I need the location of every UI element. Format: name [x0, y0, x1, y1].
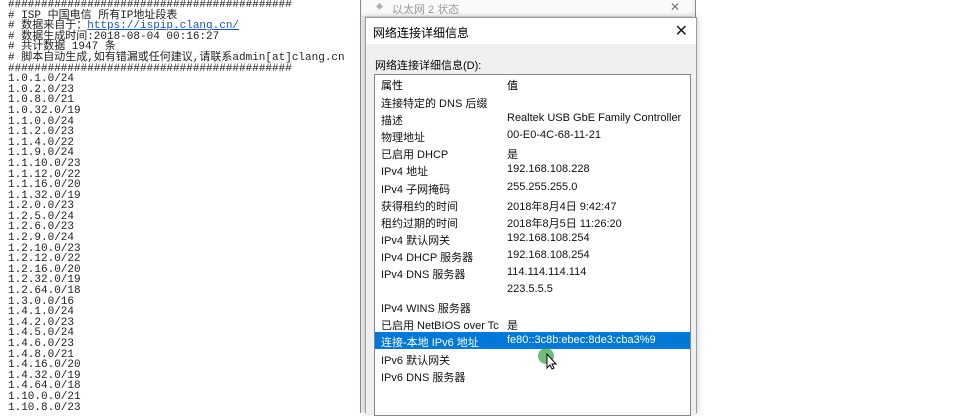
dialog-title: 网络连接详细信息: [373, 26, 470, 40]
row-property: IPv4 DNS 服务器: [381, 269, 466, 281]
row-value: 114.114.114.114: [507, 266, 587, 278]
list-row[interactable]: IPv4 子网掩码 255.255.255.0: [375, 179, 690, 196]
row-property: IPv4 WINS 服务器: [381, 303, 471, 316]
list-row[interactable]: IPv4 地址 192.168.108.228: [375, 161, 690, 178]
list-row[interactable]: 已启用 DHCP 是: [375, 144, 690, 161]
text-line: 1.10.0.0/21: [8, 390, 81, 403]
list-row[interactable]: 物理地址 00-E0-4C-68-11-21: [375, 127, 690, 144]
status-window-title: 以太网 2 状态: [392, 4, 460, 16]
list-row[interactable]: IPv6 默认网关: [375, 350, 690, 367]
row-property: 连接特定的 DNS 后缀: [381, 98, 488, 110]
row-property: 物理地址: [381, 132, 425, 145]
row-property: IPv4 默认网关: [381, 234, 451, 247]
text-line: 1.0.32.0/19: [8, 104, 81, 117]
dialog-body: 网络连接详细信息(D): 属性 值 连接特定的 DNS 后缀 描述 Realtek …: [366, 44, 696, 416]
row-value: 是: [507, 149, 518, 162]
list-row[interactable]: IPv4 默认网关 192.168.108.254: [375, 230, 690, 247]
header-property[interactable]: 属性: [381, 77, 403, 93]
row-property: IPv4 DHCP 服务器: [381, 251, 474, 264]
close-icon[interactable]: ✕: [675, 21, 688, 41]
row-property: IPv4 地址: [381, 166, 429, 179]
list-row[interactable]: IPv4 WINS 服务器: [375, 298, 690, 315]
network-details-dialog: 网络连接详细信息 ✕ 网络连接详细信息(D): 属性 值 连接特定的 DNS 后…: [365, 17, 697, 416]
row-property: IPv4 子网掩码: [381, 183, 451, 196]
list-header: 属性 值: [375, 75, 690, 93]
row-value: 00-E0-4C-68-11-21: [507, 129, 601, 142]
list-row[interactable]: 租约过期的时间 2018年8月5日 11:26:20: [375, 213, 690, 230]
list-row[interactable]: 已启用 NetBIOS over Tc 是: [375, 315, 690, 332]
status-close-icon[interactable]: ✕: [670, 0, 680, 14]
list-row[interactable]: 获得租约的时间 2018年8月4日 9:42:47: [375, 196, 690, 213]
row-value: fe80::3c8b:ebec:8de3:cba3%9: [507, 334, 656, 347]
mouse-cursor-icon: [538, 348, 558, 370]
row-property: IPv6 DNS 服务器: [381, 371, 466, 384]
list-row[interactable]: IPv4 DNS 服务器 114.114.114.114: [375, 264, 690, 281]
row-property: 已启用 DHCP: [381, 149, 449, 162]
dialog-titlebar: 网络连接详细信息 ✕: [366, 18, 696, 44]
details-label: 网络连接详细信息(D):: [375, 60, 482, 72]
selected-list-row[interactable]: 连接-本地 IPv6 地址 fe80::3c8b:ebec:8de3:cba3%9: [375, 332, 690, 350]
row-property: 获得租约的时间: [381, 200, 458, 213]
row-property: 租约过期的时间: [381, 217, 458, 230]
row-property: 已启用 NetBIOS over Tc: [381, 320, 499, 333]
row-value: 192.168.108.254: [507, 248, 590, 261]
row-value: 223.5.5.5: [507, 283, 553, 296]
text-line: 1.4.6.0/23: [8, 338, 75, 350]
row-value: 2018年8月5日 11:26:20: [507, 217, 622, 230]
ip-list-text-file: ########################################…: [0, 0, 365, 413]
details-list[interactable]: 属性 值 连接特定的 DNS 后缀 描述 Realtek USB GbE Famil…: [374, 74, 691, 416]
list-row[interactable]: IPv4 DHCP 服务器 192.168.108.254: [375, 247, 690, 264]
row-value: 255.255.255.0: [507, 180, 578, 193]
row-value: 192.168.108.254: [507, 231, 590, 244]
text-line: ########################################…: [8, 0, 292, 11]
row-property: 连接-本地 IPv6 地址: [381, 337, 479, 350]
row-value: 192.168.108.228: [507, 163, 590, 176]
status-window-titlebar: ⬥ 以太网 2 状态 ✕: [362, 0, 692, 17]
list-row[interactable]: 连接特定的 DNS 后缀: [375, 93, 690, 110]
network-icon: ⬥: [376, 1, 383, 12]
list-row[interactable]: 223.5.5.5: [375, 281, 690, 298]
list-row[interactable]: IPv6 DNS 服务器: [375, 367, 690, 384]
header-value[interactable]: 值: [507, 77, 518, 93]
row-value: 是: [507, 320, 518, 333]
list-row[interactable]: 描述 Realtek USB GbE Family Controller: [375, 110, 690, 127]
text-line: 1.10.8.0/23: [8, 401, 81, 413]
row-property: IPv6 默认网关: [381, 354, 451, 367]
row-value: 2018年8月4日 9:42:47: [507, 200, 617, 213]
text-line: 1.1.10.0/23: [8, 157, 81, 170]
text-line: # 脚本自动生成,如有错漏或任何建议,请联系admin[at]clang.cn: [8, 51, 345, 64]
row-value: Realtek USB GbE Family Controller: [507, 112, 682, 125]
row-property: 描述: [381, 115, 403, 128]
